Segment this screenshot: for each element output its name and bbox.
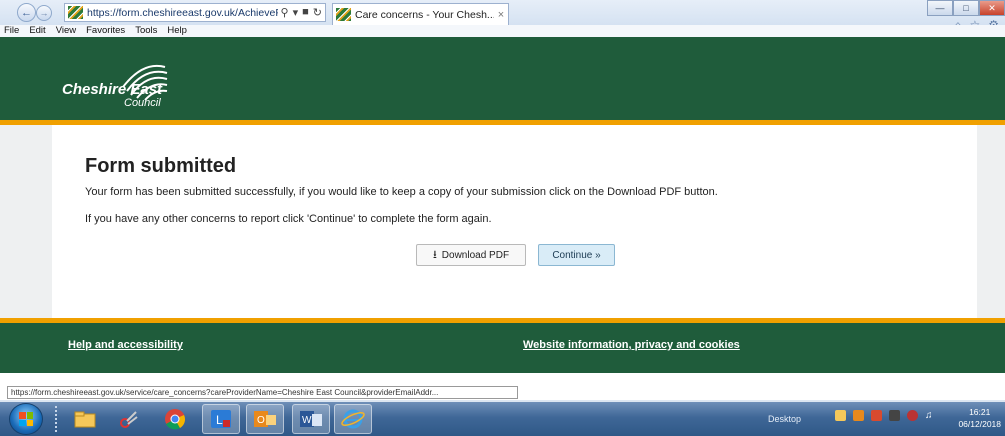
forward-button[interactable]: →: [36, 5, 52, 21]
svg-text:L: L: [216, 413, 223, 427]
forward-arrow-icon: →: [39, 8, 49, 18]
browser-titlebar: ← → https://form.cheshireeast.gov.uk/Ach…: [0, 0, 1005, 32]
continue-label: Continue »: [552, 249, 601, 261]
download-pdf-label: Download PDF: [441, 249, 510, 261]
back-arrow-icon: ←: [21, 6, 32, 19]
address-bar[interactable]: https://form.cheshireeast.gov.uk/Achieve…: [64, 3, 326, 22]
download-pdf-button[interactable]: ⭳ Download PDF: [416, 244, 526, 266]
logo-name: Cheshire East: [62, 81, 163, 98]
menu-edit[interactable]: Edit: [29, 25, 45, 37]
snipping-tool-icon[interactable]: [110, 404, 148, 434]
tray-app-icon[interactable]: [871, 410, 882, 421]
internet-explorer-icon[interactable]: [334, 404, 372, 434]
tab-close-icon[interactable]: ×: [494, 9, 508, 21]
svg-text:O: O: [257, 415, 265, 426]
back-button[interactable]: ←: [17, 3, 36, 22]
site-footer: Help and accessibility Website informati…: [0, 323, 1005, 373]
continue-button[interactable]: Continue »: [538, 244, 615, 266]
desktop-label[interactable]: Desktop: [768, 414, 801, 424]
page-bottom: [0, 373, 1005, 386]
taskbar-clock[interactable]: 16:21 06/12/2018: [958, 406, 1001, 430]
taskbar-grip: [55, 406, 59, 432]
minimize-button[interactable]: —: [927, 0, 953, 16]
word-icon[interactable]: W: [292, 404, 330, 434]
tray-outlook-icon[interactable]: [853, 410, 864, 421]
menu-favorites[interactable]: Favorites: [86, 25, 125, 37]
status-bar-url: https://form.cheshireeast.gov.uk/service…: [7, 386, 518, 399]
outlook-icon[interactable]: O: [246, 404, 284, 434]
download-icon: ⭳: [432, 248, 437, 261]
menu-view[interactable]: View: [56, 25, 76, 37]
clock-time: 16:21: [969, 407, 991, 417]
refresh-icon[interactable]: ↻: [313, 6, 322, 19]
tray-network-icon[interactable]: [889, 410, 900, 421]
address-url[interactable]: https://form.cheshireeast.gov.uk/Achieve…: [87, 7, 278, 19]
page-title: Form submitted: [85, 155, 237, 177]
lync-icon[interactable]: L: [202, 404, 240, 434]
lock-icon[interactable]: ■: [302, 6, 309, 19]
logo-subtitle: Council: [124, 97, 161, 109]
window-controls: — □ ✕: [927, 0, 1005, 16]
maximize-button[interactable]: □: [953, 0, 979, 16]
start-button[interactable]: [9, 403, 43, 435]
site-header: Cheshire East Council: [0, 37, 1005, 120]
help-accessibility-link[interactable]: Help and accessibility: [68, 339, 183, 351]
menu-help[interactable]: Help: [167, 25, 187, 37]
windows-taskbar: L O W Desktop ♫ 16:21 06/12/2018: [0, 402, 1005, 436]
desktop-toolbar[interactable]: Desktop: [768, 404, 801, 434]
tab-favicon-icon: [336, 8, 351, 21]
close-window-button[interactable]: ✕: [979, 0, 1005, 16]
windows-logo-icon: [19, 412, 33, 426]
tab-title[interactable]: Care concerns - Your Chesh...: [355, 9, 494, 21]
dropdown-arrow-icon[interactable]: ▾: [293, 6, 299, 19]
site-favicon-icon: [68, 6, 83, 19]
tray-folder-icon[interactable]: [835, 410, 846, 421]
search-icon[interactable]: ⚲: [281, 6, 289, 19]
explorer-icon[interactable]: [66, 404, 104, 434]
volume-icon[interactable]: ♫: [925, 410, 936, 421]
menu-bar: File Edit View Favorites Tools Help: [0, 25, 1005, 37]
continue-instructions: If you have any other concerns to report…: [85, 213, 492, 225]
tray-security-icon[interactable]: [907, 410, 918, 421]
browser-tab[interactable]: Care concerns - Your Chesh... ×: [332, 3, 509, 25]
cheshire-east-logo[interactable]: Cheshire East Council: [62, 57, 182, 109]
menu-tools[interactable]: Tools: [135, 25, 157, 37]
svg-text:W: W: [302, 415, 312, 426]
chrome-icon[interactable]: [156, 404, 194, 434]
success-message: Your form has been submitted successfull…: [85, 186, 718, 198]
website-info-privacy-link[interactable]: Website information, privacy and cookies: [523, 339, 740, 351]
system-tray: ♫: [835, 410, 936, 421]
menu-file[interactable]: File: [4, 25, 19, 37]
clock-date: 06/12/2018: [958, 419, 1001, 429]
